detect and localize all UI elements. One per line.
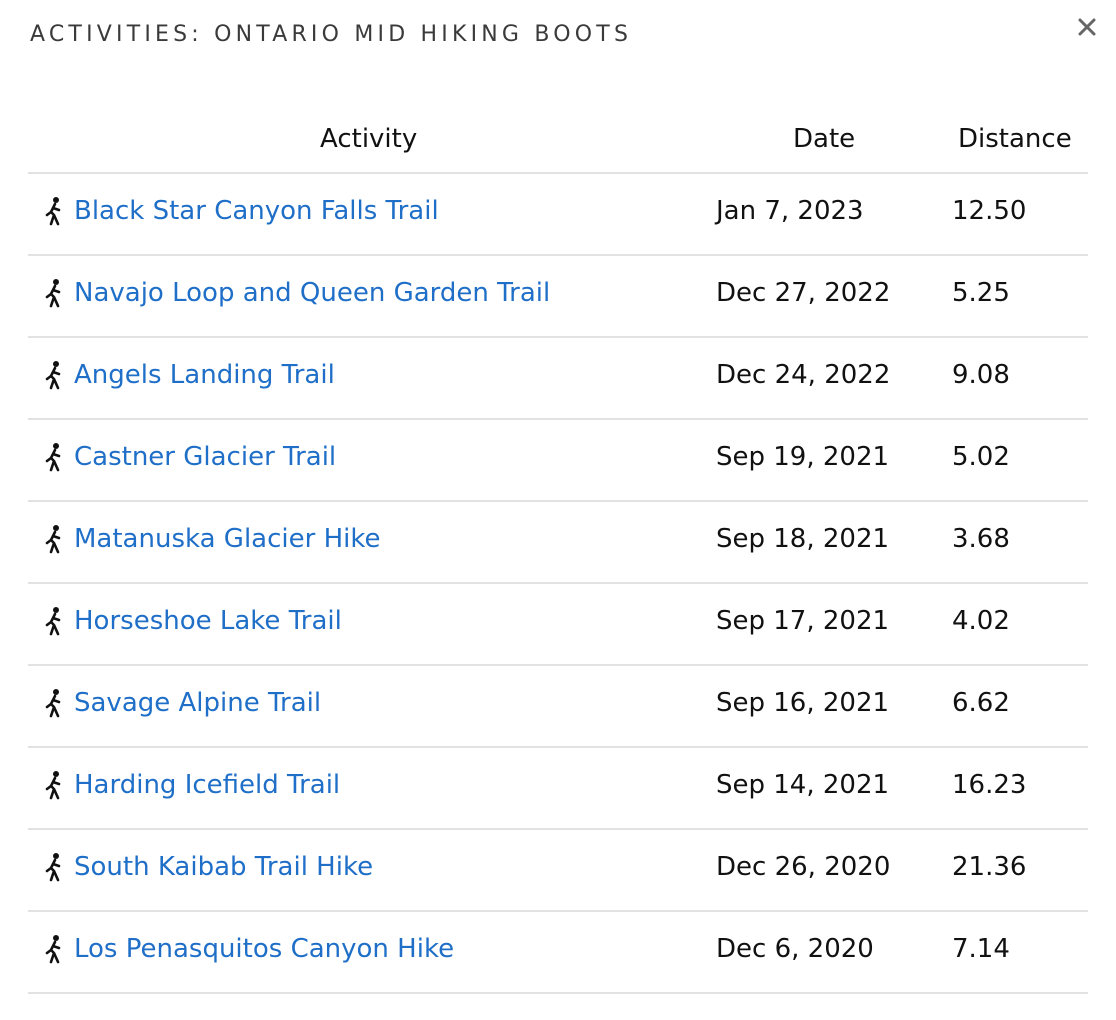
activities-modal: ACTIVITIES: ONTARIO MID HIKING BOOTS Act… <box>0 0 1116 1020</box>
activity-distance: 4.02 <box>952 606 1010 636</box>
activity-date: Dec 27, 2022 <box>716 278 891 308</box>
activity-distance: 5.25 <box>952 278 1010 308</box>
activity-distance: 7.14 <box>952 934 1010 964</box>
hiking-icon <box>42 524 66 554</box>
table-row: Matanuska Glacier Hike Sep 18, 2021 3.68 <box>28 502 1088 584</box>
activity-link[interactable]: Navajo Loop and Queen Garden Trail <box>74 278 550 308</box>
table-row: South Kaibab Trail Hike Dec 26, 2020 21.… <box>28 830 1088 912</box>
activity-link[interactable]: Matanuska Glacier Hike <box>74 524 380 554</box>
activity-link[interactable]: South Kaibab Trail Hike <box>74 852 373 882</box>
hiking-icon <box>42 442 66 472</box>
modal-title: ACTIVITIES: ONTARIO MID HIKING BOOTS <box>30 22 633 47</box>
activity-link[interactable]: Horseshoe Lake Trail <box>74 606 342 636</box>
activity-distance: 16.23 <box>952 770 1027 800</box>
column-header-activity: Activity <box>320 124 418 154</box>
hiking-icon <box>42 606 66 636</box>
activity-distance: 21.36 <box>952 852 1027 882</box>
hiking-icon <box>42 852 66 882</box>
table-header: Activity Date Distance <box>28 110 1088 174</box>
hiking-icon <box>42 360 66 390</box>
activity-date: Sep 14, 2021 <box>716 770 890 800</box>
activity-link[interactable]: Angels Landing Trail <box>74 360 335 390</box>
column-header-distance: Distance <box>958 124 1072 154</box>
activities-table: Activity Date Distance Black Star Canyon… <box>28 110 1088 994</box>
activity-date: Sep 19, 2021 <box>716 442 890 472</box>
table-row: Castner Glacier Trail Sep 19, 2021 5.02 <box>28 420 1088 502</box>
table-row: Los Penasquitos Canyon Hike Dec 6, 2020 … <box>28 912 1088 994</box>
close-button[interactable] <box>1070 10 1104 44</box>
activity-link[interactable]: Savage Alpine Trail <box>74 688 321 718</box>
hiking-icon <box>42 278 66 308</box>
table-row: Black Star Canyon Falls Trail Jan 7, 202… <box>28 174 1088 256</box>
activity-distance: 6.62 <box>952 688 1010 718</box>
activity-link[interactable]: Black Star Canyon Falls Trail <box>74 196 439 226</box>
hiking-icon <box>42 934 66 964</box>
activity-distance: 5.02 <box>952 442 1010 472</box>
table-row: Angels Landing Trail Dec 24, 2022 9.08 <box>28 338 1088 420</box>
activity-date: Dec 6, 2020 <box>716 934 874 964</box>
activity-date: Dec 26, 2020 <box>716 852 891 882</box>
activity-date: Dec 24, 2022 <box>716 360 891 390</box>
activity-link[interactable]: Los Penasquitos Canyon Hike <box>74 934 454 964</box>
activity-date: Sep 16, 2021 <box>716 688 890 718</box>
table-row: Savage Alpine Trail Sep 16, 2021 6.62 <box>28 666 1088 748</box>
close-icon <box>1077 17 1097 37</box>
activity-date: Sep 17, 2021 <box>716 606 890 636</box>
hiking-icon <box>42 770 66 800</box>
activity-distance: 9.08 <box>952 360 1010 390</box>
table-row: Horseshoe Lake Trail Sep 17, 2021 4.02 <box>28 584 1088 666</box>
activity-distance: 3.68 <box>952 524 1010 554</box>
activity-distance: 12.50 <box>952 196 1027 226</box>
hiking-icon <box>42 196 66 226</box>
activity-date: Jan 7, 2023 <box>716 196 864 226</box>
hiking-icon <box>42 688 66 718</box>
activity-link[interactable]: Castner Glacier Trail <box>74 442 336 472</box>
activity-date: Sep 18, 2021 <box>716 524 890 554</box>
column-header-date: Date <box>793 124 856 154</box>
table-row: Harding Icefield Trail Sep 14, 2021 16.2… <box>28 748 1088 830</box>
table-row: Navajo Loop and Queen Garden Trail Dec 2… <box>28 256 1088 338</box>
activity-link[interactable]: Harding Icefield Trail <box>74 770 340 800</box>
